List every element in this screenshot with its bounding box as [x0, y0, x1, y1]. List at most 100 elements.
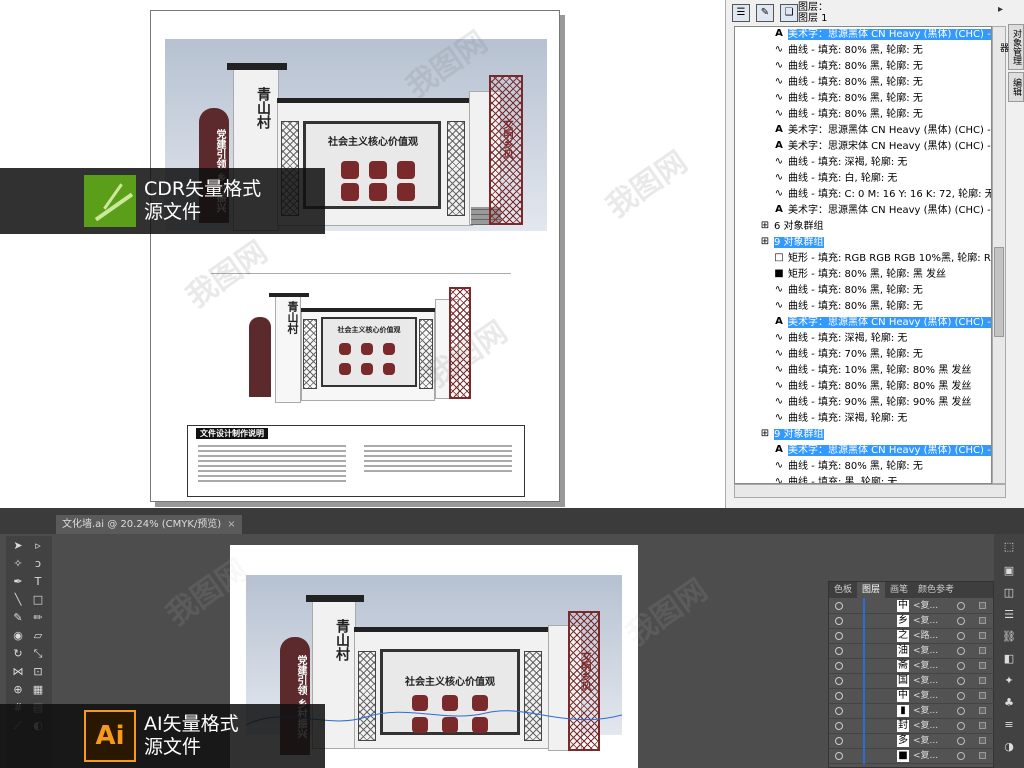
object-tree-row[interactable]: ⊞ 6 对象群组	[735, 219, 991, 235]
target-circle-icon[interactable]	[957, 647, 965, 655]
tree-vertical-scrollbar[interactable]	[992, 26, 1006, 484]
tab-swatches[interactable]: 色板	[829, 582, 857, 598]
selection-square-icon[interactable]	[979, 602, 986, 609]
pencil-tool-icon[interactable]: ✏	[30, 610, 46, 626]
object-tree-row[interactable]: A 美术字：思源黑体 CN Heavy (黑体) (CHC) -	[735, 27, 991, 43]
shape-builder-tool-icon[interactable]: ⊕	[10, 682, 26, 698]
object-tree-row[interactable]: A 美术字：思源宋体 CN Heavy (黑体) (CHC) -	[735, 139, 991, 155]
selection-square-icon[interactable]	[979, 632, 986, 639]
visibility-eye-icon[interactable]	[835, 647, 843, 655]
layer-row[interactable]: 斋 <复...	[829, 658, 995, 674]
selection-square-icon[interactable]	[979, 692, 986, 699]
layer-manager-view-button[interactable]: ❏	[780, 4, 798, 22]
layer-row[interactable]: 多 <复...	[829, 733, 995, 749]
perspective-grid-tool-icon[interactable]: ▦	[30, 682, 46, 698]
gradient-panel-icon[interactable]: ◑	[1001, 740, 1017, 754]
visibility-eye-icon[interactable]	[835, 677, 843, 685]
layer-row[interactable]: 油 <复...	[829, 643, 995, 659]
target-circle-icon[interactable]	[957, 632, 965, 640]
target-circle-icon[interactable]	[957, 602, 965, 610]
appearance-panel-icon[interactable]: ✦	[1001, 674, 1017, 688]
selection-tool-icon[interactable]: ➤	[10, 538, 26, 554]
symbols-panel-icon[interactable]: ♣	[1001, 696, 1017, 710]
blob-brush-tool-icon[interactable]: ◉	[10, 628, 26, 644]
show-object-properties-button[interactable]: ☰	[732, 4, 750, 22]
object-tree-row[interactable]: ∿ 曲线 - 填充: 白, 轮廓: 无	[735, 171, 991, 187]
layer-row[interactable]: 封 <复...	[829, 718, 995, 734]
width-tool-icon[interactable]: ⋈	[10, 664, 26, 680]
object-tree-row[interactable]: ∿ 曲线 - 填充: C: 0 M: 16 Y: 16 K: 72, 轮廓: 无	[735, 187, 991, 203]
visibility-eye-icon[interactable]	[835, 737, 843, 745]
layer-row[interactable]: 乡 <复...	[829, 613, 995, 629]
object-tree-row[interactable]: A 美术字：思源黑体 CN Heavy (黑体) (CHC) - 填充: 8	[735, 123, 991, 139]
paintbrush-tool-icon[interactable]: ✎	[10, 610, 26, 626]
object-tree-row[interactable]: ⊞ 9 对象群组	[735, 235, 991, 251]
visibility-eye-icon[interactable]	[835, 602, 843, 610]
graphic-styles-icon[interactable]: ◧	[1001, 652, 1017, 666]
object-tree-row[interactable]: ∿ 曲线 - 填充: 深褐, 轮廓: 无	[735, 411, 991, 427]
align-panel-icon[interactable]: ▣	[1001, 564, 1017, 578]
magic-wand-tool-icon[interactable]: ✧	[10, 556, 26, 572]
selection-square-icon[interactable]	[979, 752, 986, 759]
visibility-eye-icon[interactable]	[835, 632, 843, 640]
object-tree-row[interactable]: ∿ 曲线 - 填充: 黑, 轮廓: 无	[735, 475, 991, 483]
rotate-tool-icon[interactable]: ↻	[10, 646, 26, 662]
target-circle-icon[interactable]	[957, 677, 965, 685]
eraser-tool-icon[interactable]: ▱	[30, 628, 46, 644]
free-transform-tool-icon[interactable]: ⊡	[30, 664, 46, 680]
selection-square-icon[interactable]	[979, 722, 986, 729]
target-circle-icon[interactable]	[957, 707, 965, 715]
object-tree[interactable]: A 美术字：思源黑体 CN Heavy (黑体) (CHC) - ∿ 曲线 - 填充…	[734, 26, 992, 484]
object-tree-row[interactable]: ∿ 曲线 - 填充: 80% 黑, 轮廓: 无	[735, 107, 991, 123]
tab-brushes[interactable]: 画笔	[885, 582, 913, 598]
layer-row[interactable]: 中 <复...	[829, 688, 995, 704]
layer-row[interactable]: 中 <复...	[829, 598, 995, 614]
layer-row[interactable]: 国 <复...	[829, 673, 995, 689]
object-tree-row[interactable]: ∿ 曲线 - 填充: 70% 黑, 轮廓: 无	[735, 347, 991, 363]
direct-selection-tool-icon[interactable]: ▹	[30, 538, 46, 554]
object-tree-row[interactable]: A 美术字：思源黑体 CN Heavy (黑体) (CHC) -	[735, 315, 991, 331]
edit-across-layers-button[interactable]: ✎	[756, 4, 774, 22]
object-tree-row[interactable]: ∿ 曲线 - 填充: 深褐, 轮廓: 无	[735, 331, 991, 347]
stroke-panel-icon[interactable]: ≡	[1001, 718, 1017, 732]
selection-square-icon[interactable]	[979, 662, 986, 669]
object-tree-row[interactable]: ∿ 曲线 - 填充: 深褐, 轮廓: 无	[735, 155, 991, 171]
close-tab-icon[interactable]: ×	[227, 519, 235, 530]
side-tab-edit[interactable]: 编辑	[1008, 72, 1024, 102]
links-panel-icon[interactable]: ⛓	[1001, 630, 1017, 644]
panel-menu-arrow-icon[interactable]: ▸	[998, 4, 1003, 15]
tab-layers[interactable]: 图层	[857, 582, 886, 598]
object-tree-row[interactable]: ∿ 曲线 - 填充: 80% 黑, 轮廓: 80% 黑 发丝	[735, 379, 991, 395]
object-tree-row[interactable]: □ 矩形 - 填充: RGB RGB RGB 10%黑, 轮廓: RG	[735, 251, 991, 267]
rectangle-tool-icon[interactable]: □	[30, 592, 46, 608]
target-circle-icon[interactable]	[957, 752, 965, 760]
scale-tool-icon[interactable]: ⤡	[30, 646, 46, 662]
target-circle-icon[interactable]	[957, 662, 965, 670]
object-tree-row[interactable]: ∿ 曲线 - 填充: 80% 黑, 轮廓: 无	[735, 59, 991, 75]
transform-panel-icon[interactable]: ⬚	[1001, 540, 1017, 554]
visibility-eye-icon[interactable]	[835, 752, 843, 760]
layer-row[interactable]: 之 <路...	[829, 628, 995, 644]
side-tab-object-manager[interactable]: 对象管理器	[998, 24, 1024, 70]
object-tree-row[interactable]: ∿ 曲线 - 填充: 80% 黑, 轮廓: 无	[735, 43, 991, 59]
object-tree-row[interactable]: ⊞ 9 对象群组	[735, 427, 991, 443]
scroll-thumb[interactable]	[994, 247, 1004, 337]
object-tree-row[interactable]: ∿ 曲线 - 填充: 80% 黑, 轮廓: 无	[735, 75, 991, 91]
target-circle-icon[interactable]	[957, 617, 965, 625]
visibility-eye-icon[interactable]	[835, 692, 843, 700]
target-circle-icon[interactable]	[957, 737, 965, 745]
layer-row[interactable]: ■ <复...	[829, 748, 995, 764]
object-tree-row[interactable]: ∿ 曲线 - 填充: 80% 黑, 轮廓: 无	[735, 299, 991, 315]
layers-panel-icon[interactable]: ☰	[1001, 608, 1017, 622]
object-tree-row[interactable]: ∿ 曲线 - 填充: 80% 黑, 轮廓: 无	[735, 283, 991, 299]
object-tree-row[interactable]: ∿ 曲线 - 填充: 80% 黑, 轮廓: 无	[735, 91, 991, 107]
object-tree-row[interactable]: ■ 矩形 - 填充: 80% 黑, 轮廓: 黑 发丝	[735, 267, 991, 283]
tree-horizontal-scrollbar[interactable]	[734, 484, 1006, 498]
target-circle-icon[interactable]	[957, 722, 965, 730]
object-tree-row[interactable]: ∿ 曲线 - 填充: 80% 黑, 轮廓: 无	[735, 459, 991, 475]
type-tool-icon[interactable]: T	[30, 574, 46, 590]
selection-square-icon[interactable]	[979, 737, 986, 744]
lasso-tool-icon[interactable]: ↄ	[30, 556, 46, 572]
pathfinder-panel-icon[interactable]: ◫	[1001, 586, 1017, 600]
pen-tool-icon[interactable]: ✒	[10, 574, 26, 590]
